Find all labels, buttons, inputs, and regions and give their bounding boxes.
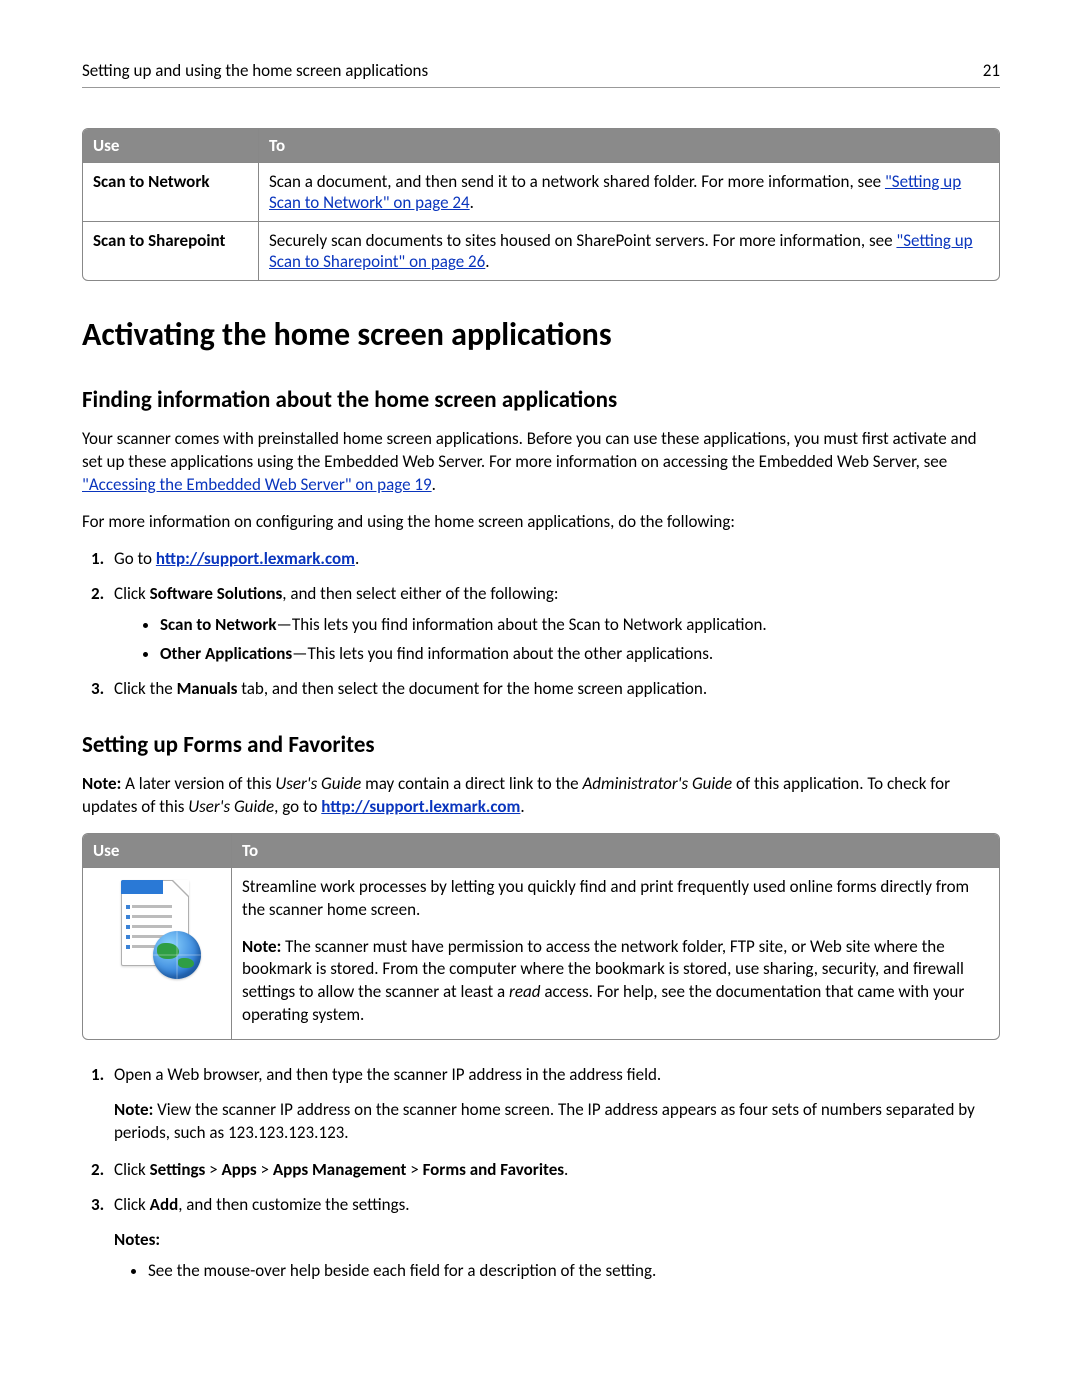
running-header: Setting up and using the home screen app…: [82, 60, 1000, 88]
step-3: Click the Manuals tab, and then select t…: [108, 678, 1000, 699]
col-to: To: [231, 834, 999, 867]
setup-step-1: Open a Web browser, and then type the sc…: [108, 1064, 1000, 1145]
step-2: Click Software Solutions, and then selec…: [108, 583, 1000, 664]
section-finding-info: Finding information about the home scree…: [82, 386, 1000, 414]
col-use: Use: [83, 834, 231, 867]
col-to: To: [258, 129, 999, 162]
step-1: Go to http://support.lexmark.com.: [108, 548, 1000, 569]
page-number: 21: [983, 60, 1000, 81]
bullet-scan-network: Scan to Network—This lets you find infor…: [160, 614, 1000, 635]
notes-bullet-1: See the mouse-over help beside each fiel…: [148, 1260, 1000, 1281]
ews-link[interactable]: "Accessing the Embedded Web Server" on p…: [82, 474, 432, 495]
step-1-note: Note: View the scanner IP address on the…: [114, 1099, 1000, 1145]
intro-paragraph: Your scanner comes with preinstalled hom…: [82, 428, 1000, 497]
table-row: Scan to Network Scan a document, and the…: [83, 162, 999, 221]
scan-apps-table: Use To Scan to Network Scan a document, …: [82, 128, 1000, 281]
row-use: Scan to Network: [83, 162, 258, 221]
forms-table: Use To Stream: [82, 833, 1000, 1041]
notes-label: Notes:: [114, 1229, 1000, 1250]
finding-steps: Go to http://support.lexmark.com. Click …: [82, 548, 1000, 699]
globe-icon: [153, 931, 201, 979]
table-row: Scan to Sharepoint Securely scan documen…: [83, 221, 999, 280]
notes-bullets: See the mouse-over help beside each fiel…: [114, 1260, 1000, 1281]
more-info-paragraph: For more information on configuring and …: [82, 511, 1000, 534]
forms-desc: Streamline work processes by letting you…: [231, 867, 999, 1040]
setup-steps: Open a Web browser, and then type the sc…: [82, 1064, 1000, 1281]
bullet-other-apps: Other Applications—This lets you find in…: [160, 643, 1000, 664]
support-url-2[interactable]: http://support.lexmark.com: [321, 796, 520, 817]
col-use: Use: [83, 129, 258, 162]
section-forms-favorites: Setting up Forms and Favorites: [82, 731, 1000, 759]
setup-step-2: Click Settings > Apps > Apps Management …: [108, 1159, 1000, 1180]
note-version: Note: A later version of this User's Gui…: [82, 773, 1000, 819]
page-title: Activating the home screen applications: [82, 315, 1000, 354]
support-url[interactable]: http://support.lexmark.com: [156, 548, 355, 569]
header-title: Setting up and using the home screen app…: [82, 60, 428, 81]
forms-favorites-icon: [117, 880, 197, 975]
row-to: Scan a document, and then send it to a n…: [258, 162, 999, 221]
setup-step-3: Click Add, and then customize the settin…: [108, 1194, 1000, 1281]
forms-icon-cell: [83, 867, 231, 1040]
step-2-bullets: Scan to Network—This lets you find infor…: [114, 614, 1000, 664]
row-use: Scan to Sharepoint: [83, 221, 258, 280]
row-to: Securely scan documents to sites housed …: [258, 221, 999, 280]
